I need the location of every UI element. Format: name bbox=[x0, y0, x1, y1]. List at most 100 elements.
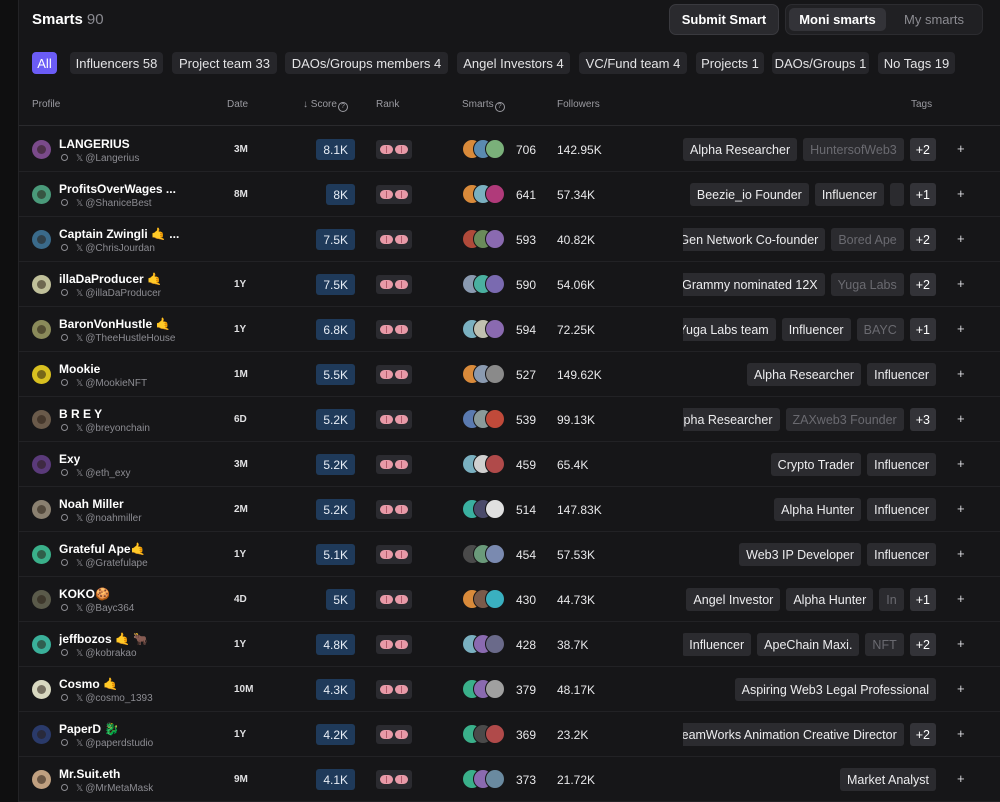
more-tags-button[interactable]: +2 bbox=[909, 633, 936, 656]
table-row[interactable]: KOKO🍪 𝕏 @Bayc364 4D 5K 430 44.73K Angel I… bbox=[19, 577, 1000, 622]
profile-name[interactable]: ProfitsOverWages ... bbox=[59, 182, 176, 196]
x-icon[interactable]: 𝕏 bbox=[76, 738, 83, 748]
more-tags-button[interactable]: +1 bbox=[909, 318, 936, 341]
profile-name[interactable]: LANGERIUS bbox=[59, 137, 130, 151]
table-row[interactable]: jeffbozos 🤙 🐂 𝕏 @kobrakao 1Y 4.8K 428 38.… bbox=[19, 622, 1000, 667]
avatar[interactable] bbox=[32, 545, 51, 564]
table-row[interactable]: BaronVonHustle 🤙 𝕏 @TheeHustleHouse 1Y 6.… bbox=[19, 307, 1000, 352]
avatar[interactable] bbox=[32, 770, 51, 789]
tag-badge[interactable] bbox=[889, 183, 904, 206]
x-icon[interactable]: 𝕏 bbox=[76, 783, 83, 793]
globe-icon[interactable] bbox=[61, 379, 68, 386]
table-row[interactable]: Exy 𝕏 @eth_exy 3M 5.2K 459 65.4K Crypto T… bbox=[19, 442, 1000, 487]
more-tags-button[interactable]: +2 bbox=[909, 228, 936, 251]
add-tag-button[interactable]: + bbox=[957, 456, 965, 471]
tag-badge[interactable]: Alpha Researcher bbox=[683, 408, 780, 431]
tab-my-smarts[interactable]: My smarts bbox=[890, 8, 978, 31]
profile-name[interactable]: KOKO🍪 bbox=[59, 587, 110, 601]
tag-badge[interactable]: Alpha Hunter bbox=[786, 588, 874, 611]
profile-name[interactable]: Mookie bbox=[59, 362, 100, 376]
tag-badge[interactable]: Influencer bbox=[867, 363, 936, 386]
globe-icon[interactable] bbox=[61, 244, 68, 251]
table-row[interactable]: PaperD 🐉 𝕏 @paperdstudio 1Y 4.2K 369 23.2… bbox=[19, 712, 1000, 757]
tag-badge[interactable]: Beezie_io Founder bbox=[689, 183, 809, 206]
filter-chip[interactable]: Angel Investors 4 bbox=[457, 52, 570, 74]
tag-badge[interactable]: ApeChain Maxi. bbox=[757, 633, 860, 656]
profile-name[interactable]: illaDaProducer 🤙 bbox=[59, 272, 162, 286]
tag-badge[interactable]: Yuga Labs team bbox=[683, 318, 776, 341]
more-tags-button[interactable]: +1 bbox=[909, 588, 936, 611]
table-row[interactable]: Noah Miller 𝕏 @noahmiller 2M 5.2K 514 147… bbox=[19, 487, 1000, 532]
add-tag-button[interactable]: + bbox=[957, 726, 965, 741]
tag-badge[interactable]: Influencer bbox=[814, 183, 884, 206]
column-date[interactable]: Date bbox=[227, 99, 248, 110]
add-tag-button[interactable]: + bbox=[957, 501, 965, 516]
globe-icon[interactable] bbox=[61, 694, 68, 701]
tag-badge[interactable]: Web3 IP Developer bbox=[739, 543, 862, 566]
avatar[interactable] bbox=[32, 455, 51, 474]
filter-chip[interactable]: No Tags 19 bbox=[878, 52, 955, 74]
x-icon[interactable]: 𝕏 bbox=[76, 603, 83, 613]
tag-badge[interactable]: Bored Ape bbox=[831, 228, 904, 251]
column-profile[interactable]: Profile bbox=[32, 99, 60, 110]
avatar[interactable] bbox=[32, 590, 51, 609]
globe-icon[interactable] bbox=[61, 469, 68, 476]
profile-name[interactable]: B R E Y bbox=[59, 407, 102, 421]
profile-handle[interactable]: 𝕏 @illaDaProducer bbox=[61, 288, 161, 299]
profile-name[interactable]: BaronVonHustle 🤙 bbox=[59, 317, 170, 331]
profile-name[interactable]: PaperD 🐉 bbox=[59, 722, 119, 736]
add-tag-button[interactable]: + bbox=[957, 186, 965, 201]
profile-handle[interactable]: 𝕏 @cosmo_1393 bbox=[61, 693, 153, 704]
add-tag-button[interactable]: + bbox=[957, 636, 965, 651]
x-icon[interactable]: 𝕏 bbox=[76, 288, 83, 298]
x-icon[interactable]: 𝕏 bbox=[76, 423, 83, 433]
tag-badge[interactable]: ZAXweb3 Founder bbox=[785, 408, 904, 431]
filter-chip[interactable]: All bbox=[32, 52, 57, 74]
smart-followers-stack[interactable] bbox=[462, 319, 510, 339]
profile-name[interactable]: Grateful Ape🤙 bbox=[59, 542, 146, 556]
smart-followers-stack[interactable] bbox=[462, 184, 510, 204]
tag-badge[interactable]: In bbox=[879, 588, 904, 611]
globe-icon[interactable] bbox=[61, 154, 68, 161]
filter-chip[interactable]: Project team 33 bbox=[172, 52, 277, 74]
profile-name[interactable]: Cosmo 🤙 bbox=[59, 677, 118, 691]
profile-name[interactable]: Mr.Suit.eth bbox=[59, 767, 120, 781]
profile-name[interactable]: Captain Zwingli 🤙 ... bbox=[59, 227, 179, 241]
column-score[interactable]: ↓ Score? bbox=[303, 99, 348, 112]
smart-followers-stack[interactable] bbox=[462, 679, 510, 699]
profile-handle[interactable]: 𝕏 @paperdstudio bbox=[61, 738, 153, 749]
more-tags-button[interactable]: +2 bbox=[909, 138, 936, 161]
add-tag-button[interactable]: + bbox=[957, 771, 965, 786]
avatar[interactable] bbox=[32, 230, 51, 249]
globe-icon[interactable] bbox=[61, 424, 68, 431]
table-row[interactable]: Mr.Suit.eth 𝕏 @MrMetaMask 9M 4.1K 373 21.… bbox=[19, 757, 1000, 802]
more-tags-button[interactable]: +2 bbox=[909, 273, 936, 296]
smart-followers-stack[interactable] bbox=[462, 634, 510, 654]
profile-name[interactable]: Exy bbox=[59, 452, 80, 466]
tag-badge[interactable]: Influencer bbox=[867, 498, 936, 521]
avatar[interactable] bbox=[32, 185, 51, 204]
profile-handle[interactable]: 𝕏 @ShaniceBest bbox=[61, 198, 152, 209]
x-icon[interactable]: 𝕏 bbox=[76, 693, 83, 703]
profile-handle[interactable]: 𝕏 @eth_exy bbox=[61, 468, 130, 479]
tag-badge[interactable]: Crypto Trader bbox=[770, 453, 862, 476]
add-tag-button[interactable]: + bbox=[957, 546, 965, 561]
tag-badge[interactable]: Influencer bbox=[867, 543, 936, 566]
smart-followers-stack[interactable] bbox=[462, 454, 510, 474]
avatar[interactable] bbox=[32, 725, 51, 744]
tag-badge[interactable]: Influencer bbox=[781, 318, 851, 341]
table-row[interactable]: B R E Y 𝕏 @breyonchain 6D 5.2K 539 99.13K… bbox=[19, 397, 1000, 442]
profile-name[interactable]: Noah Miller bbox=[59, 497, 124, 511]
add-tag-button[interactable]: + bbox=[957, 276, 965, 291]
profile-handle[interactable]: 𝕏 @Gratefulape bbox=[61, 558, 148, 569]
filter-chip[interactable]: Influencers 58 bbox=[70, 52, 163, 74]
profile-handle[interactable]: 𝕏 @MookieNFT bbox=[61, 378, 147, 389]
smart-followers-stack[interactable] bbox=[462, 409, 510, 429]
tag-badge[interactable]: HuntersofWeb3 bbox=[803, 138, 904, 161]
add-tag-button[interactable]: + bbox=[957, 141, 965, 156]
column-followers[interactable]: Followers bbox=[557, 99, 600, 110]
filter-chip[interactable]: DAOs/Groups members 4 bbox=[285, 52, 448, 74]
x-icon[interactable]: 𝕏 bbox=[76, 648, 83, 658]
tag-badge[interactable]: Influencer bbox=[867, 453, 936, 476]
table-row[interactable]: illaDaProducer 🤙 𝕏 @illaDaProducer 1Y 7.5… bbox=[19, 262, 1000, 307]
